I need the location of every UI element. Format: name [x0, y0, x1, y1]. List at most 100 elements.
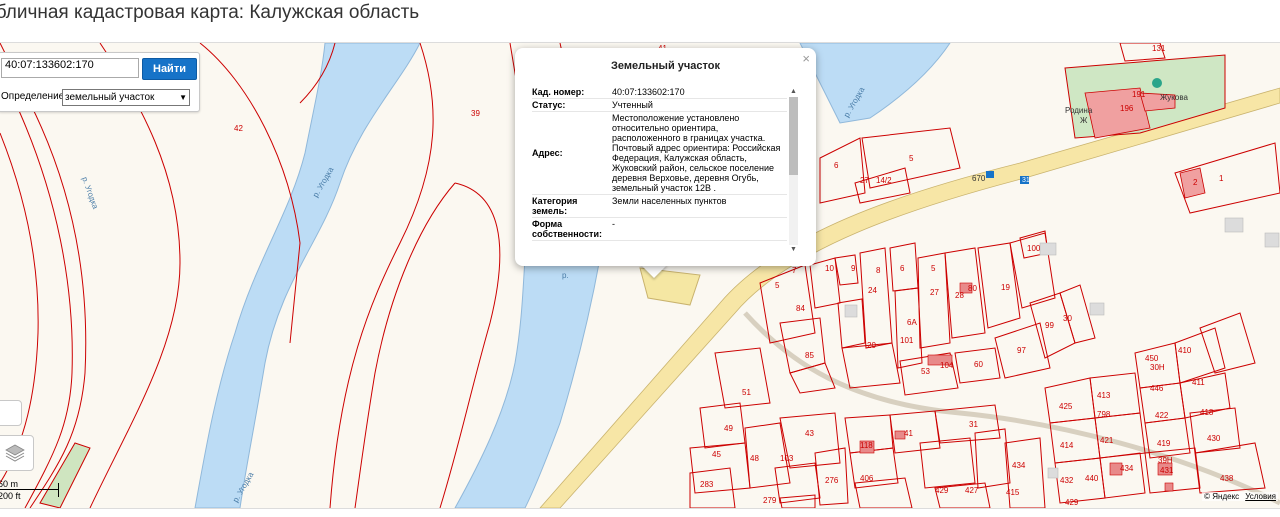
- water-label: р.: [562, 271, 569, 280]
- definition-select-value: земельный участок: [65, 92, 155, 103]
- parcel-number: 84: [796, 304, 805, 313]
- parcel-number: 100: [1027, 244, 1041, 253]
- parcel-number: 5: [909, 154, 914, 163]
- parcel-number: 51: [742, 388, 751, 397]
- info-key: Категория земель:: [532, 196, 578, 216]
- layers-button[interactable]: [0, 435, 34, 471]
- parcel-number: 434: [1012, 461, 1026, 470]
- road-label: 670: [972, 174, 986, 183]
- parcel-number: 283: [700, 480, 714, 489]
- parcel-number: 39Н: [1158, 456, 1173, 465]
- parcel-number: 43: [805, 429, 814, 438]
- parcel-number: 410: [1178, 346, 1192, 355]
- parcel-info-popup: × Земельный участок Кад. номер: 40:07:13…: [515, 48, 816, 266]
- scale-imperial: 200 ft: [0, 491, 21, 501]
- water-label: р. Угодка: [80, 176, 100, 211]
- parcel-number: 430: [1207, 434, 1221, 443]
- parcel-number: 103: [780, 454, 794, 463]
- definition-select[interactable]: земельный участок ▼: [62, 89, 190, 106]
- parcel-info-table: Кад. номер: 40:07:133602:170 Статус: Учт…: [532, 86, 787, 256]
- parcel-number: 6А: [907, 318, 917, 327]
- info-key: Адрес:: [532, 148, 563, 158]
- layers-icon: [5, 444, 25, 462]
- parcel-number: 80: [968, 284, 977, 293]
- parcel-number: 45: [712, 450, 721, 459]
- parcel-number: 5: [775, 281, 780, 290]
- parcel-number: 421: [1100, 436, 1114, 445]
- parcel-number: 440: [1085, 474, 1099, 483]
- parcel-number: 48: [750, 454, 759, 463]
- parcel-number: 39: [471, 109, 480, 118]
- parcel-number: 49: [724, 424, 733, 433]
- parcel-number: 24: [868, 286, 877, 295]
- parcel-number: 27: [930, 288, 939, 297]
- divider: [0, 508, 1280, 509]
- parcel-number: 434: [1120, 464, 1134, 473]
- parcel-number: 446: [1150, 384, 1164, 393]
- place-label: Родина: [1065, 106, 1093, 115]
- parcel-number: 14/2: [876, 176, 892, 185]
- info-value: Земли населенных пунктов: [612, 196, 727, 206]
- popup-tail: [640, 264, 668, 278]
- info-row: Форма собственности: -: [532, 218, 787, 241]
- parcel-number: 104: [940, 361, 954, 370]
- parcel-number: 429: [935, 486, 949, 495]
- scroll-up-icon[interactable]: ▲: [788, 87, 799, 97]
- parcel-number: 798: [1097, 410, 1111, 419]
- parcel-number: 276: [825, 476, 839, 485]
- info-row: Статус: Учтенный: [532, 99, 787, 112]
- scroll-down-icon[interactable]: ▼: [788, 245, 799, 255]
- parcel-number: 30: [1063, 314, 1072, 323]
- parcel-number: 196: [1120, 104, 1134, 113]
- parcel-number: 131: [1152, 44, 1166, 53]
- parcel-number: 418: [1200, 408, 1214, 417]
- info-value: Местоположение установлено относительно …: [612, 113, 781, 193]
- parcel-number: 419: [1157, 439, 1171, 448]
- scale-metric: 60 m: [0, 479, 19, 489]
- parcel-number: 413: [1097, 391, 1111, 400]
- parcel-number: 6: [834, 161, 839, 170]
- definition-label: Определение:: [1, 91, 68, 102]
- search-panel: 40:07:133602:170 Найти Определение: земе…: [0, 52, 200, 112]
- parcel-number: 1: [1219, 174, 1224, 183]
- parcel-number: 60: [974, 360, 983, 369]
- parcel-number: 406: [860, 474, 874, 483]
- map-control[interactable]: [0, 400, 22, 426]
- parcel-number: 42: [234, 124, 243, 133]
- info-row: Кад. номер: 40:07:133602:170: [532, 86, 787, 99]
- popup-scrollbar[interactable]: ▲ ▼: [788, 87, 799, 255]
- parcel-number: 425: [1059, 402, 1073, 411]
- map-scale: 60 m 200 ft: [0, 478, 62, 504]
- info-row: Адрес: Местоположение установлено относи…: [532, 112, 787, 195]
- cadastral-search-input[interactable]: 40:07:133602:170: [1, 58, 139, 78]
- river: [194, 43, 421, 508]
- parcel-number: 414: [1060, 441, 1074, 450]
- parcel-number: 118: [860, 441, 873, 450]
- map-copyright: © Яндекс Условия: [1202, 492, 1278, 501]
- parcel-number: 31: [969, 420, 978, 429]
- parcel-number: 415: [1006, 488, 1020, 497]
- parcel-number: 427: [965, 486, 979, 495]
- parcel-number: 30Н: [1150, 363, 1165, 372]
- popup-title: Земельный участок: [611, 60, 720, 72]
- parcel-number: 28: [955, 291, 964, 300]
- bus-stop-icon: [986, 171, 994, 178]
- parcel-number: 20: [867, 341, 876, 350]
- parcel-number: 7: [792, 266, 797, 275]
- info-key: Форма собственности:: [532, 219, 602, 239]
- landmark-icon: [1152, 78, 1162, 88]
- parcel-number: 9: [851, 264, 856, 273]
- parcel-number: 19: [1001, 283, 1010, 292]
- terms-link[interactable]: Условия: [1245, 492, 1276, 501]
- parcel-number: 41: [904, 429, 913, 438]
- parcel-number: 2: [1193, 178, 1198, 187]
- parcel-number: 97: [1017, 346, 1026, 355]
- place-label: Жукова: [1160, 93, 1188, 102]
- parcel-number: 422: [1155, 411, 1169, 420]
- parcel-number: 432: [1060, 476, 1074, 485]
- copyright-text: © Яндекс: [1204, 492, 1240, 501]
- scroll-thumb[interactable]: [789, 97, 798, 175]
- parcel-number: 438: [1220, 474, 1234, 483]
- parcel-number: 27: [860, 176, 869, 185]
- search-button[interactable]: Найти: [142, 58, 197, 80]
